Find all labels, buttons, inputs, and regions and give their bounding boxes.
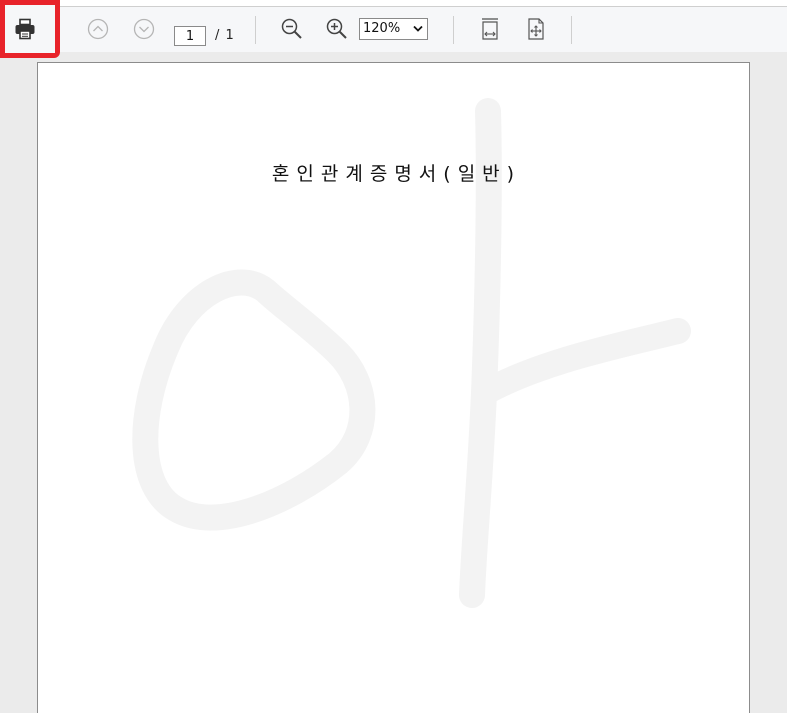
previous-page-icon[interactable]	[87, 18, 109, 40]
toolbar-separator	[453, 16, 454, 44]
page-number-input[interactable]	[174, 26, 206, 46]
zoom-out-icon[interactable]	[280, 17, 304, 41]
scrollbar-track[interactable]	[787, 0, 799, 713]
zoom-dropdown-arrow-icon	[413, 25, 423, 32]
toolbar: / 1 120%	[0, 7, 787, 52]
document-page: 혼인관계증명서(일반)	[37, 62, 750, 713]
document-title: 혼인관계증명서(일반)	[271, 163, 522, 185]
zoom-in-icon[interactable]	[325, 17, 349, 41]
fit-page-icon[interactable]	[524, 17, 548, 41]
print-button[interactable]	[0, 0, 60, 58]
pdf-viewer: / 1 120%	[0, 0, 799, 713]
page-count-label: / 1	[215, 28, 235, 43]
fit-width-icon[interactable]	[478, 17, 502, 41]
toolbar-top-edge	[60, 0, 787, 7]
toolbar-separator	[571, 16, 572, 44]
printer-icon	[15, 18, 35, 40]
toolbar-separator	[255, 16, 256, 44]
next-page-icon[interactable]	[133, 18, 155, 40]
zoom-level-value: 120%	[363, 21, 401, 36]
zoom-select[interactable]: 120%	[359, 18, 428, 40]
